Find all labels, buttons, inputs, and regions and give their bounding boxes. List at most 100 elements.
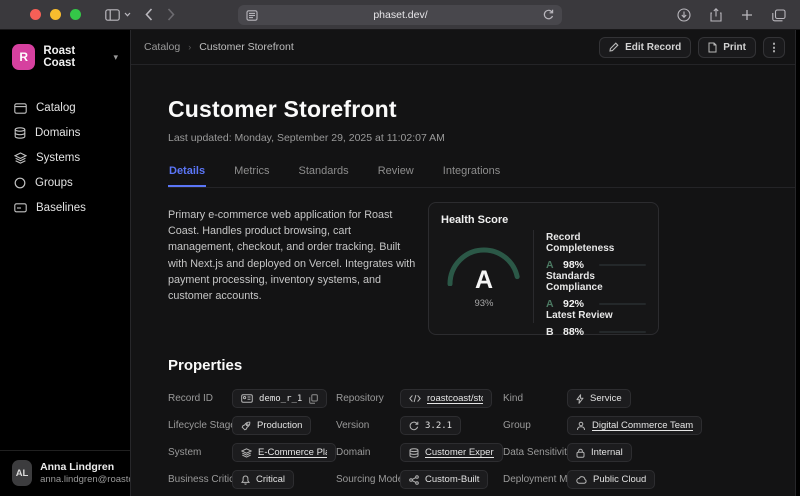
- property-label: Kind: [503, 393, 567, 404]
- lifecycle-chip: Production: [232, 416, 311, 435]
- repository-link[interactable]: roastcoast/storefront-w: [427, 393, 483, 404]
- new-tab-icon[interactable]: [741, 9, 753, 21]
- catalog-icon: [14, 103, 27, 114]
- property-business-criticality: Business Critical... Critical: [168, 470, 336, 489]
- properties-grid: Record ID demo_r_1 Repository: [168, 389, 795, 496]
- page-settings-icon[interactable]: [246, 10, 258, 21]
- metric-latest-review: Latest Review B 88%: [546, 310, 646, 338]
- metric-standards-compliance: Standards Compliance A 92%: [546, 271, 646, 310]
- repository-chip[interactable]: roastcoast/storefront-w: [400, 389, 492, 408]
- breadcrumb-catalog[interactable]: Catalog: [144, 41, 180, 53]
- version-chip: 3.2.1: [400, 416, 461, 435]
- property-label: Deployment Model: [503, 474, 567, 485]
- sidebar-item-systems[interactable]: Systems: [12, 146, 118, 170]
- workspace-avatar: R: [12, 44, 35, 70]
- sidebar-item-domains[interactable]: Domains: [12, 121, 118, 145]
- version-value: 3.2.1: [425, 421, 452, 431]
- health-gauge: A 93%: [441, 228, 527, 323]
- share-nodes-icon: [409, 475, 419, 485]
- last-updated: Last updated: Monday, September 29, 2025…: [168, 132, 795, 144]
- record-id-value: demo_r_1: [259, 394, 302, 404]
- property-label: Repository: [336, 393, 400, 404]
- property-label: Data Sensitivity: [503, 447, 567, 458]
- domain-link[interactable]: Customer Experience: [425, 447, 494, 458]
- close-window-button[interactable]: [30, 9, 41, 20]
- zoom-window-button[interactable]: [70, 9, 81, 20]
- circle-icon: [14, 177, 26, 189]
- reload-icon[interactable]: [543, 9, 554, 21]
- metric-label: Latest Review: [546, 310, 646, 321]
- code-icon: [409, 394, 421, 403]
- metric-grade: B: [546, 326, 554, 338]
- copy-icon[interactable]: [309, 394, 318, 404]
- print-label: Print: [723, 42, 746, 53]
- share-icon[interactable]: [710, 8, 722, 22]
- sidebar-item-label: Catalog: [36, 102, 76, 114]
- sidebar-nav: Catalog Domains Systems: [12, 96, 118, 220]
- lightning-icon: [576, 394, 584, 404]
- traffic-lights: [30, 9, 81, 20]
- metric-label: Standards Compliance: [546, 271, 646, 293]
- workspace-name: Roast Coast: [43, 45, 103, 69]
- minimize-window-button[interactable]: [50, 9, 61, 20]
- lifecycle-value: Production: [257, 420, 302, 431]
- layers-icon: [14, 152, 27, 164]
- browser-toolbar: phaset.dev/: [0, 0, 800, 30]
- breadcrumb: Catalog › Customer Storefront: [144, 41, 294, 53]
- tab-details[interactable]: Details: [168, 159, 206, 187]
- system-chip[interactable]: E-Commerce Platform: [232, 443, 336, 462]
- property-data-sensitivity: Data Sensitivity Internal: [503, 443, 723, 462]
- print-button[interactable]: Print: [698, 37, 756, 58]
- property-sourcing-model: Sourcing Model Custom-Built: [336, 470, 503, 489]
- deployment-model-chip: Public Cloud: [567, 470, 655, 489]
- tab-metrics[interactable]: Metrics: [233, 159, 270, 187]
- tab-review[interactable]: Review: [377, 159, 415, 187]
- metric-value: 92%: [563, 298, 584, 310]
- workspace-switcher[interactable]: R Roast Coast ▾: [12, 44, 118, 70]
- database-icon: [14, 127, 26, 139]
- layers-icon: [241, 448, 252, 458]
- tab-integrations[interactable]: Integrations: [442, 159, 501, 187]
- sidebar-toggle-icon[interactable]: [105, 9, 131, 21]
- user-menu[interactable]: AL Anna Lindgren anna.lindgren@roastc...: [0, 450, 130, 496]
- edit-record-button[interactable]: Edit Record: [599, 37, 691, 58]
- business-criticality-value: Critical: [256, 474, 285, 485]
- record-description: Primary e-commerce web application for R…: [168, 207, 420, 335]
- user-avatar: AL: [12, 460, 32, 486]
- person-icon: [576, 421, 586, 431]
- sidebar-item-groups[interactable]: Groups: [12, 171, 118, 195]
- document-icon: [708, 42, 717, 53]
- health-score-title: Health Score: [441, 214, 646, 226]
- system-link[interactable]: E-Commerce Platform: [258, 447, 327, 458]
- metric-record-completeness: Record Completeness A 98%: [546, 232, 646, 271]
- tab-overview-icon[interactable]: [772, 9, 786, 22]
- downloads-icon[interactable]: [677, 8, 691, 22]
- sourcing-model-chip: Custom-Built: [400, 470, 488, 489]
- back-button[interactable]: [145, 8, 153, 21]
- property-label: Version: [336, 420, 400, 431]
- group-link[interactable]: Digital Commerce Team: [592, 420, 693, 431]
- address-bar[interactable]: phaset.dev/: [238, 5, 562, 25]
- breadcrumb-current: Customer Storefront: [199, 41, 294, 53]
- more-actions-button[interactable]: ⋮: [763, 37, 785, 58]
- data-sensitivity-chip: Internal: [567, 443, 632, 462]
- property-deployment-model: Deployment Model Public Cloud: [503, 470, 723, 489]
- overall-grade: A: [444, 266, 524, 295]
- record-detail: Customer Storefront Last updated: Monday…: [131, 65, 795, 496]
- property-label: Lifecycle Stage: [168, 420, 232, 431]
- domain-chip[interactable]: Customer Experience: [400, 443, 503, 462]
- sidebar-item-label: Groups: [35, 177, 73, 189]
- property-label: Sourcing Model: [336, 474, 400, 485]
- sidebar-item-baselines[interactable]: Baselines: [12, 196, 118, 220]
- property-repository: Repository roastcoast/storefront-w: [336, 389, 503, 408]
- property-label: Domain: [336, 447, 400, 458]
- forward-button[interactable]: [167, 8, 175, 21]
- metric-progress-bar: [599, 331, 646, 333]
- divider: [533, 230, 534, 323]
- property-label: Group: [503, 420, 567, 431]
- kind-value: Service: [590, 393, 622, 404]
- overall-score: 93%: [474, 298, 493, 309]
- sidebar-item-catalog[interactable]: Catalog: [12, 96, 118, 120]
- group-chip[interactable]: Digital Commerce Team: [567, 416, 702, 435]
- tab-standards[interactable]: Standards: [298, 159, 350, 187]
